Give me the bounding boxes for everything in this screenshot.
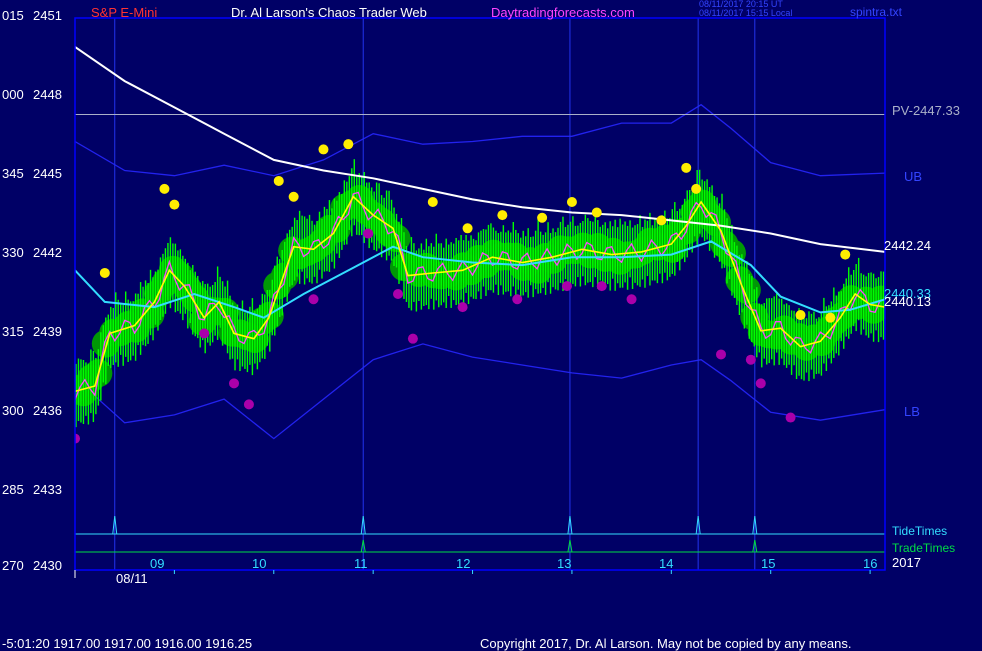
swing-low-dot-13 [716,349,727,360]
x-tick-label-12: 12 [456,556,471,571]
trade-times-track [75,539,885,553]
slow-avg-value: 2442.24 [884,238,931,253]
swing-low-dot-2 [229,378,240,389]
swing-high-dot-4 [288,191,299,202]
tide-times-track [75,515,885,535]
pivot-label: PV-2447.33 [892,103,960,118]
price-chart [74,17,886,578]
swing-low-dot-14 [745,354,756,365]
lower-band-label: LB [904,404,920,419]
x-tick-label-15: 15 [761,556,776,571]
swing-low-dot-5 [363,228,374,239]
swing-high-dot-11 [566,197,577,207]
y-label-right-6: 2433 [33,482,62,497]
x-tick-label-14: 14 [659,556,674,571]
y-label-right-7: 2430 [33,558,62,573]
swing-high-dot-13 [656,215,667,226]
site-url[interactable]: Daytradingforecasts.com [491,6,635,20]
x-tick-label-09: 09 [150,556,165,571]
swing-high-dot-5 [318,144,329,155]
y-label-left-6: 285 [2,482,24,497]
y-label-left-5: 300 [2,403,24,418]
swing-high-dot-18 [840,249,851,260]
swing-low-dot-9 [512,294,523,305]
site-title: Dr. Al Larson's Chaos Trader Web [231,5,427,20]
swing-high-dot-3 [273,175,284,186]
upper-band-line [75,103,885,177]
swing-low-dot-4 [308,294,319,305]
footer-quote: -5:01:20 1917.00 1917.00 1916.00 1916.25 [2,636,253,651]
swing-high-dot-9 [497,210,508,221]
swing-low-dot-12 [626,294,637,305]
lower-band-line [75,343,885,440]
y-label-right-4: 2439 [33,324,62,339]
swing-low-dot-10 [561,281,572,292]
swing-high-dot-2 [169,199,180,210]
timestamp-local: 08/11/2017 15:15 Local [699,8,793,18]
swing-high-dot-1 [159,183,170,194]
date-label: 08/11 [116,571,148,586]
x-tick-label-10: 10 [252,556,267,571]
upper-band-label: UB [904,169,923,184]
y-label-left-7: 270 [2,558,24,573]
swing-high-dot-8 [462,223,473,234]
swing-low-dot-15 [755,378,766,389]
swing-low-dot-6 [393,289,404,299]
y-label-right-1: 2448 [33,87,62,102]
fast-avg-value: 2440.13 [884,294,931,309]
y-label-left-0: 015 [2,8,24,23]
y-label-right-5: 2436 [33,403,62,418]
swing-low-dot-8 [457,302,468,313]
swing-low-dot-3 [243,399,254,410]
chart-title: S&P E-Mini [91,5,158,20]
swing-high-dot-12 [591,207,602,218]
y-label-left-3: 330 [2,245,24,260]
swing-low-dot-7 [407,333,418,344]
legend-tide-times: TideTimes [892,524,948,538]
y-label-right-3: 2442 [33,245,62,260]
swing-high-dot-14 [681,162,692,173]
year-label: 2017 [892,555,921,570]
swing-low-dot-11 [596,281,607,292]
swing-high-dot-15 [691,183,702,194]
swing-high-dot-10 [537,212,548,223]
footer-copyright: Copyright 2017, Dr. Al Larson. May not b… [480,636,852,651]
file-name: spintra.txt [850,5,903,19]
x-tick-label-16: 16 [863,556,878,571]
y-label-left-4: 315 [2,324,24,339]
y-label-left-2: 345 [2,166,24,181]
swing-high-dot-6 [343,139,354,150]
swing-high-dot-16 [795,310,806,321]
swing-high-dot-7 [427,197,438,207]
y-label-left-1: 000 [2,87,24,102]
swing-low-dot-16 [785,412,796,423]
x-tick-label-11: 11 [354,556,368,571]
swing-low-dot-1 [199,328,210,339]
slow-average-line [75,46,885,253]
y-label-right-0: 2451 [33,8,62,23]
swing-high-dot-17 [825,312,836,323]
x-axis [74,570,871,578]
swing-high-dot-0 [99,267,110,278]
legend-trade-times: TradeTimes [892,541,956,555]
y-label-right-2: 2445 [33,166,62,181]
x-tick-label-13: 13 [557,556,572,571]
